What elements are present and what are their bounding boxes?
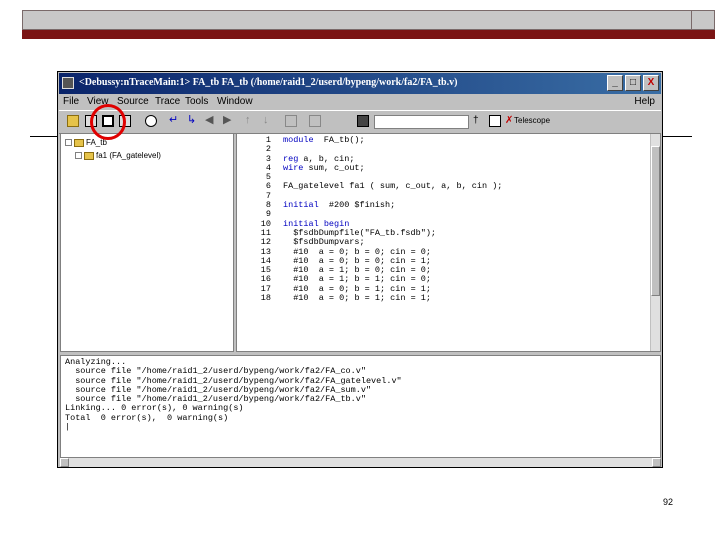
line-number: 18 <box>260 293 271 304</box>
scroll-left-arrow[interactable] <box>60 458 69 467</box>
trace-driver-icon[interactable]: ↵ <box>169 115 181 127</box>
menu-trace[interactable]: Trace <box>155 96 180 107</box>
hierarchy-icon[interactable] <box>285 115 297 127</box>
down-arrow-icon[interactable]: ↓ <box>263 115 275 127</box>
log-line: Total 0 error(s), 0 warning(s) <box>65 412 229 423</box>
expand-icon[interactable] <box>75 152 82 160</box>
menu-bar: File View Source Trace Tools Window Help <box>59 95 661 110</box>
debussy-window: <Debussy:nTraceMain:1> FA_tb FA_tb (/hom… <box>57 71 663 468</box>
slide-left-rule <box>30 136 58 137</box>
message-log[interactable]: Analyzing... source file "/home/raid1_2/… <box>60 355 661 458</box>
slide-top-bar <box>22 10 715 30</box>
close-button[interactable]: X <box>643 75 659 91</box>
binoculars-icon[interactable] <box>489 115 501 127</box>
menu-source[interactable]: Source <box>117 96 149 107</box>
slide-top-bar-end <box>691 11 714 29</box>
expand-icon[interactable] <box>65 139 72 147</box>
scroll-thumb[interactable] <box>651 146 660 296</box>
line-numbers: 1 2 3 4 5 6 7 8 9 10 11 12 13 14 15 16 17 18 <box>245 135 271 304</box>
up-arrow-icon[interactable]: ↑ <box>245 115 257 127</box>
log-line: | <box>65 422 71 433</box>
toolbar: ↵ ↳ ◀ ▶ ↑ ↓ † ✗ Telescope <box>59 110 661 134</box>
back-arrow-icon[interactable]: ◀ <box>205 115 217 127</box>
trace-load-icon[interactable]: ↳ <box>187 115 199 127</box>
app-icon[interactable] <box>62 77 74 89</box>
search-icon[interactable] <box>145 115 157 127</box>
forward-arrow-icon[interactable]: ▶ <box>223 115 235 127</box>
slide-top-rule <box>22 30 715 39</box>
tree-item-top[interactable]: FA_tb <box>65 138 107 147</box>
slide-right-rule <box>662 136 692 137</box>
menu-help[interactable]: Help <box>634 96 655 107</box>
source-scrollbar[interactable] <box>650 134 660 351</box>
code-line[interactable]: initial #200 $finish; <box>283 200 502 210</box>
scroll-right-arrow[interactable] <box>652 458 661 467</box>
window-title: <Debussy:nTraceMain:1> FA_tb FA_tb (/hom… <box>79 77 458 88</box>
tree-item-label: fa1 (FA_gatelevel) <box>96 151 161 160</box>
code-line[interactable]: wire sum, c_out; <box>283 163 502 173</box>
folder-icon <box>74 138 84 147</box>
code-line[interactable]: FA_gatelevel fa1 ( sum, c_out, a, b, cin… <box>283 182 502 191</box>
log-text: Analyzing... source file "/home/raid1_2/… <box>65 357 402 433</box>
tree-item-child[interactable]: fa1 (FA_gatelevel) <box>75 151 161 160</box>
telescope-label: Telescope <box>514 116 551 125</box>
menu-file[interactable]: File <box>63 96 79 107</box>
hierarchy-tree[interactable]: FA_tb fa1 (FA_gatelevel) <box>60 133 234 352</box>
open-file-icon[interactable] <box>67 115 79 127</box>
folder-icon <box>84 151 94 160</box>
log-horizontal-scrollbar[interactable] <box>60 458 661 467</box>
source-pane[interactable]: 1 2 3 4 5 6 7 8 9 10 11 12 13 14 15 16 17 18 module FA_tb… <box>236 133 661 352</box>
menu-tools[interactable]: Tools <box>185 96 208 107</box>
page-number: 92 <box>663 497 674 507</box>
find-icon[interactable]: † <box>473 115 485 127</box>
disk-icon[interactable] <box>357 115 369 127</box>
signal-combo[interactable] <box>374 115 469 129</box>
minimize-button[interactable]: _ <box>607 75 623 91</box>
maximize-button[interactable]: □ <box>625 75 641 91</box>
code-line[interactable]: #10 a = 0; b = 1; cin = 1; <box>283 293 502 303</box>
code-line[interactable]: module FA_tb(); <box>283 135 502 145</box>
menu-window[interactable]: Window <box>217 96 253 107</box>
source-code[interactable]: module FA_tb(); reg a, b, cin; wire sum, … <box>283 135 502 303</box>
title-bar[interactable]: <Debussy:nTraceMain:1> FA_tb FA_tb (/hom… <box>59 73 661 94</box>
list-icon[interactable] <box>309 115 321 127</box>
highlight-circle <box>90 104 126 140</box>
